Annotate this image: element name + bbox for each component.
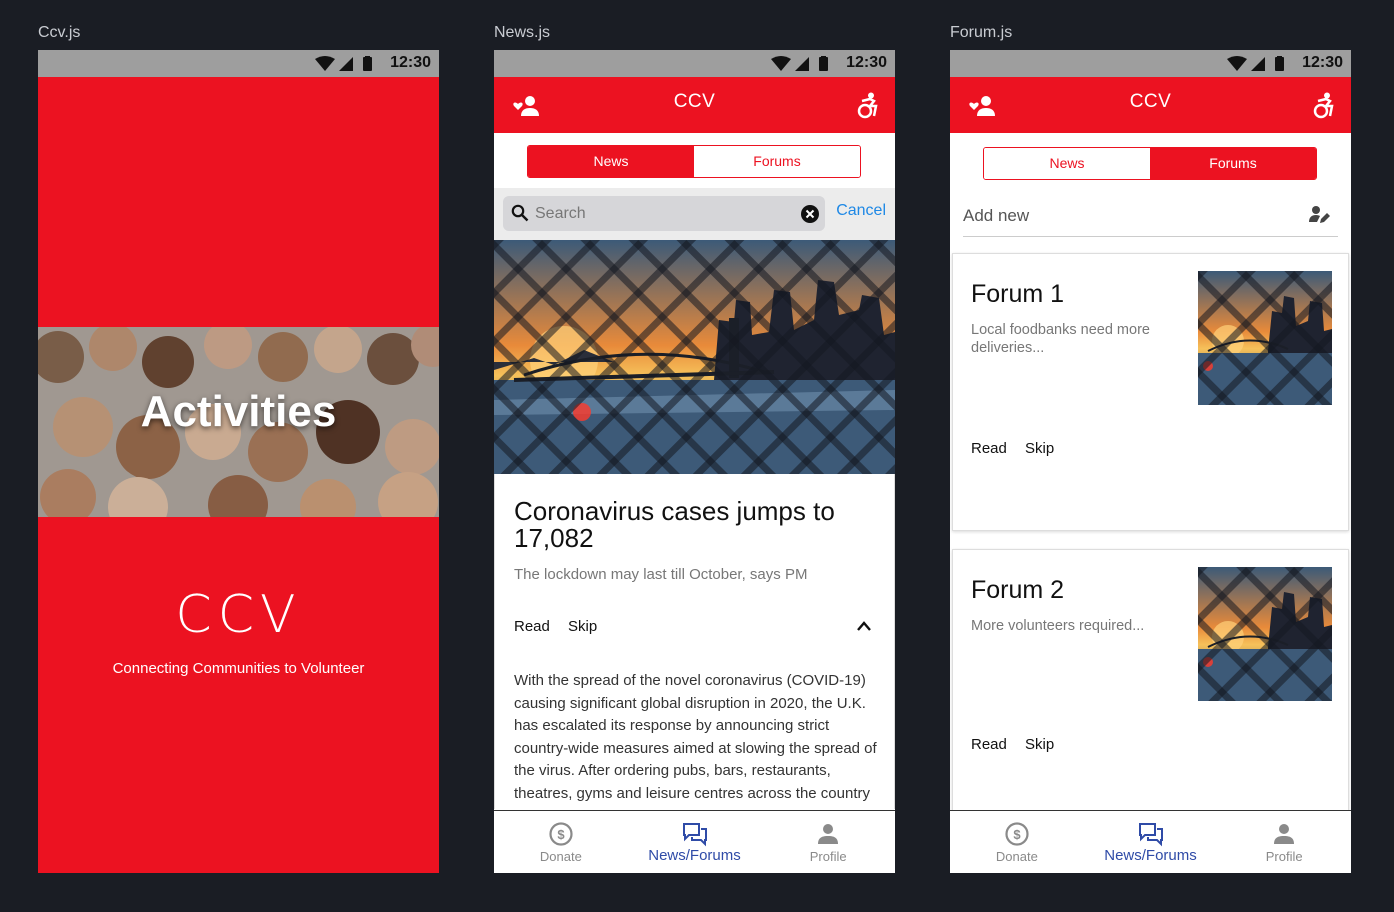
forum-card[interactable]: Forum 2 More volunteers required... Read… [952, 549, 1349, 827]
status-time: 12:30 [846, 54, 887, 71]
nav-profile-label: Profile [809, 849, 847, 864]
splash-screen: 12:30 Activities CCV Connecting Communit… [38, 50, 439, 873]
nav-news-forums-label: News/Forums [1104, 847, 1197, 864]
app-logo: CCV [175, 585, 302, 645]
accessibility-icon[interactable] [1311, 92, 1337, 120]
skip-button[interactable]: Skip [1025, 736, 1054, 753]
article-subtitle: The lockdown may last till October, says… [514, 566, 808, 583]
tab-news[interactable]: News [528, 146, 694, 177]
forum-title: Forum 2 [971, 576, 1065, 604]
bridge-thumbnail [1198, 567, 1332, 701]
accessibility-icon[interactable] [855, 92, 881, 120]
forum-title: Forum 1 [971, 280, 1065, 308]
news-image[interactable] [494, 240, 895, 474]
tab-news[interactable]: News [984, 148, 1150, 179]
forum-actions: Read Skip [971, 440, 1068, 457]
news-screen: 12:30 CCV News Forums Search Cancel Coro… [494, 50, 895, 873]
nav-profile[interactable]: Profile [1217, 811, 1351, 873]
svg-text:$: $ [1013, 827, 1021, 842]
edit-user-icon[interactable] [1308, 204, 1330, 226]
app-bar: CCV [494, 77, 895, 133]
activities-banner[interactable]: Activities [38, 327, 439, 517]
forum-thumbnail [1198, 567, 1332, 701]
article-body: With the spread of the novel coronavirus… [514, 672, 877, 802]
status-time: 12:30 [390, 54, 431, 71]
bridge-thumbnail [1198, 271, 1332, 405]
clear-icon[interactable] [801, 205, 819, 223]
screen-label-news: News.js [494, 24, 551, 41]
person-icon [818, 824, 839, 844]
forum-icon [682, 823, 707, 847]
search-box [503, 196, 825, 231]
status-bar: 12:30 [494, 50, 895, 77]
banner-title: Activities [140, 387, 337, 436]
app-title: CCV [673, 91, 716, 112]
news-article-card: Coronavirus cases jumps to 17,082 The lo… [494, 474, 895, 809]
read-button[interactable]: Read [514, 618, 550, 635]
app-title: CCV [1129, 91, 1172, 112]
app-bar: CCV [950, 77, 1351, 133]
read-button[interactable]: Read [971, 736, 1007, 753]
app-tagline: Connecting Communities to Volunteer [112, 660, 365, 677]
skip-button[interactable]: Skip [1025, 440, 1054, 457]
add-new-field[interactable]: Add new [963, 200, 1338, 237]
nav-news-forums[interactable]: News/Forums [628, 811, 762, 873]
nav-profile[interactable]: Profile [761, 811, 895, 873]
forum-screen: 12:30 CCV News Forums Add new Forum 1 Lo… [950, 50, 1351, 873]
nav-donate[interactable]: $ Donate [494, 811, 628, 873]
nav-news-forums-label: News/Forums [648, 847, 741, 864]
status-bar: 12:30 [38, 50, 439, 77]
forum-thumbnail [1198, 271, 1332, 405]
article-title[interactable]: Coronavirus cases jumps to 17,082 [514, 498, 874, 552]
tab-forums[interactable]: Forums [1150, 148, 1316, 179]
add-new-label: Add new [963, 206, 1030, 225]
read-button[interactable]: Read [971, 440, 1007, 457]
nav-news-forums[interactable]: News/Forums [1084, 811, 1218, 873]
news-forums-toggle: News Forums [983, 147, 1317, 180]
chevron-up-icon[interactable] [856, 620, 872, 632]
wifi-icon [771, 56, 828, 71]
search-input[interactable] [535, 203, 785, 225]
wifi-icon [315, 56, 372, 71]
wifi-icon [1227, 56, 1284, 71]
nav-donate-label: Donate [539, 849, 582, 864]
skip-button[interactable]: Skip [568, 618, 597, 635]
nav-donate[interactable]: $ Donate [950, 811, 1084, 873]
status-bar: 12:30 [950, 50, 1351, 77]
bottom-nav: $ Donate News/Forums Profile [950, 810, 1351, 873]
person-icon [1274, 824, 1295, 844]
screen-label-forum: Forum.js [950, 24, 1013, 41]
forum-icon [1138, 823, 1163, 847]
search-icon [511, 204, 529, 222]
dollar-icon: $ [1005, 822, 1029, 846]
news-forums-toggle: News Forums [527, 145, 861, 178]
article-actions: Read Skip [514, 618, 611, 635]
nav-profile-label: Profile [1265, 849, 1303, 864]
forum-actions: Read Skip [971, 736, 1068, 753]
forum-card[interactable]: Forum 1 Local foodbanks need more delive… [952, 253, 1349, 531]
search-cancel-button[interactable]: Cancel [836, 202, 886, 220]
forum-description: More volunteers required... [971, 618, 1145, 634]
status-time: 12:30 [1302, 54, 1343, 71]
svg-text:$: $ [557, 827, 565, 842]
search-bar: Cancel [494, 188, 895, 240]
forum-description: Local foodbanks need more deliveries... [971, 322, 1150, 356]
dollar-icon: $ [549, 822, 573, 846]
tab-forums[interactable]: Forums [694, 146, 860, 177]
bridge-image [494, 240, 895, 474]
bottom-nav: $ Donate News/Forums Profile [494, 810, 895, 873]
screen-label-splash: Ccv.js [38, 24, 81, 41]
nav-donate-label: Donate [995, 849, 1038, 864]
